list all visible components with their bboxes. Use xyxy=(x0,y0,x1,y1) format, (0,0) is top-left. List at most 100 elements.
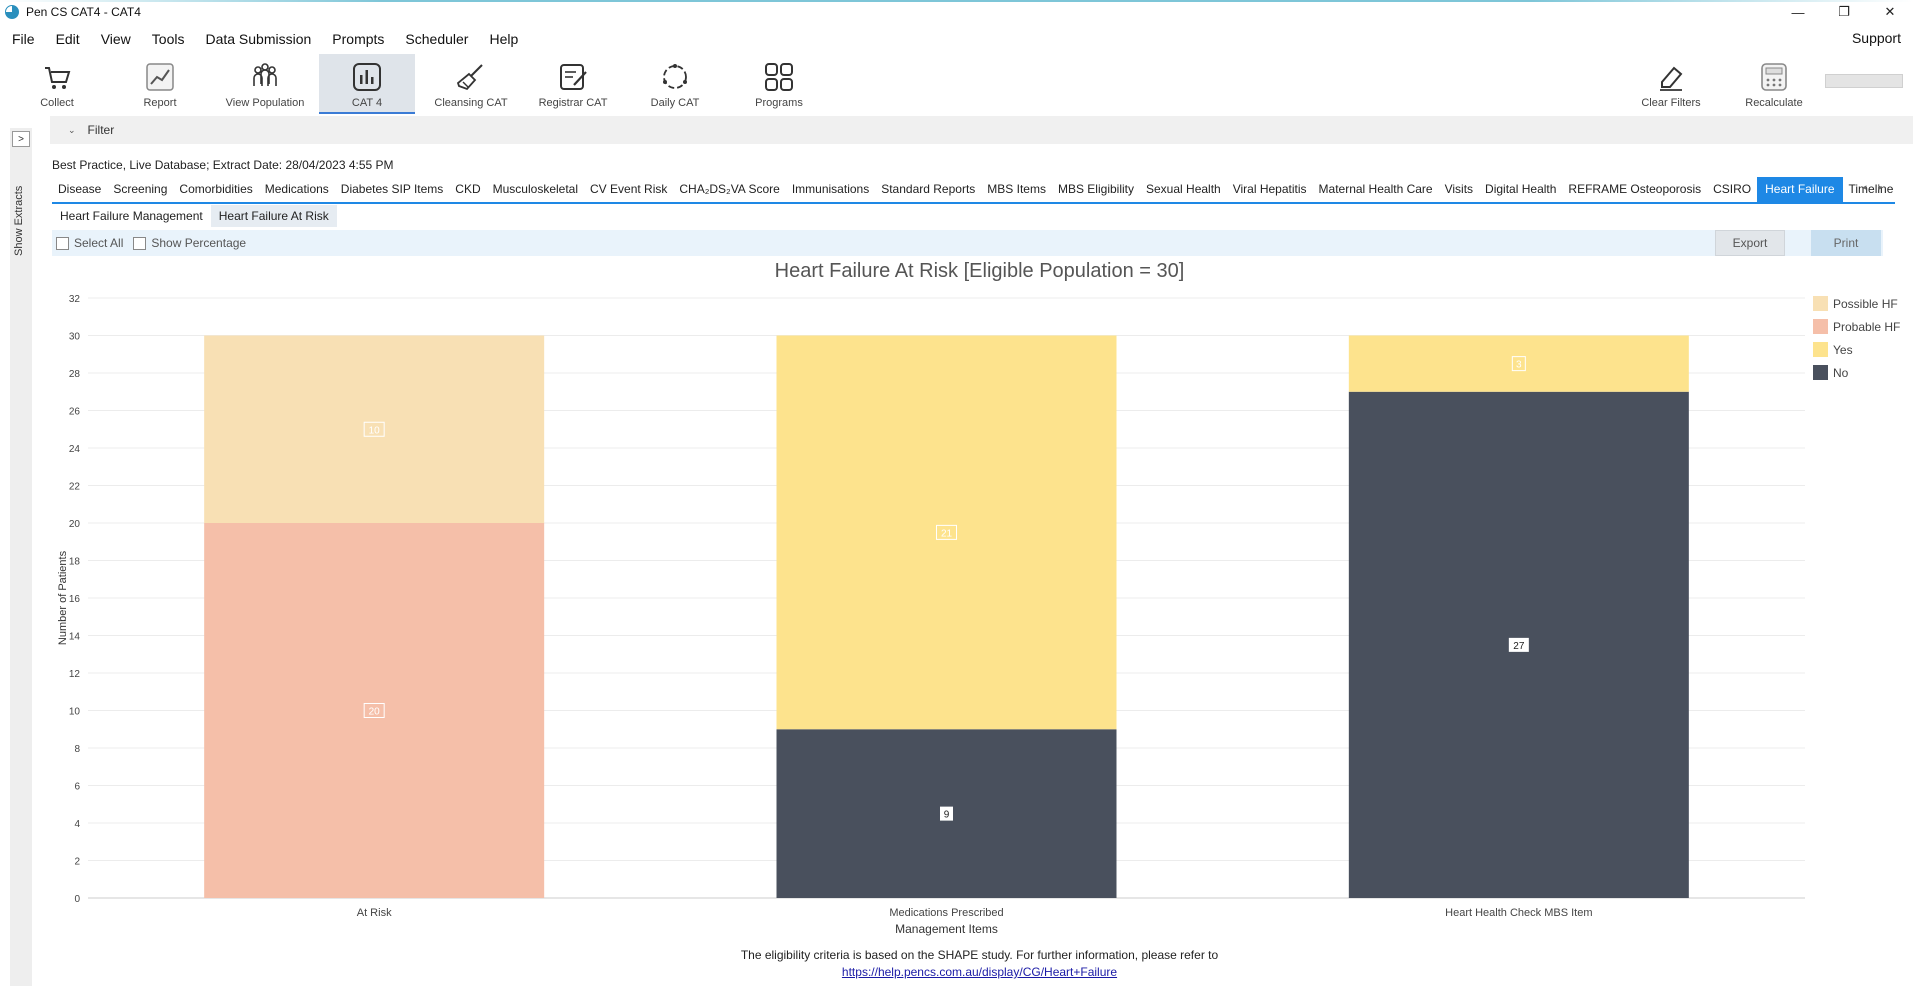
main-tabs: Disease Screening Comorbidities Medicati… xyxy=(52,177,1895,204)
menu-edit[interactable]: Edit xyxy=(56,31,80,47)
filter-bar[interactable]: ⌄ Filter xyxy=(50,116,1913,144)
show-extracts-label[interactable]: Show Extracts xyxy=(13,156,25,256)
tab-mbs-eligibility[interactable]: MBS Eligibility xyxy=(1052,182,1140,202)
y-tick-label: 10 xyxy=(69,707,81,718)
legend-item-probable-hf[interactable]: Probable HF xyxy=(1813,315,1900,338)
data-label: 9 xyxy=(944,810,950,821)
tab-csiro[interactable]: CSIRO xyxy=(1707,182,1757,202)
close-button[interactable]: ✕ xyxy=(1867,0,1913,24)
recalculate-button[interactable]: Recalculate xyxy=(1733,54,1815,114)
report-label: Report xyxy=(143,97,177,109)
programs-button[interactable]: Programs xyxy=(738,54,820,114)
tab-visits[interactable]: Visits xyxy=(1439,182,1479,202)
show-percentage-checkbox[interactable]: Show Percentage xyxy=(133,236,246,250)
y-tick-label: 26 xyxy=(69,407,81,418)
menu-view[interactable]: View xyxy=(101,31,131,47)
cleansing-cat-button[interactable]: Cleansing CAT xyxy=(428,54,514,114)
tab-scroll-arrows-icon[interactable]: ◂▸ xyxy=(1862,182,1895,193)
legend-item-no[interactable]: No xyxy=(1813,361,1900,384)
show-extracts-panel: > Show Extracts xyxy=(10,128,32,986)
tab-immunisations[interactable]: Immunisations xyxy=(786,182,875,202)
data-label: 10 xyxy=(369,425,381,436)
programs-label: Programs xyxy=(755,97,803,109)
filter-label[interactable]: Filter xyxy=(88,123,115,137)
data-label: 27 xyxy=(1513,641,1525,652)
x-axis-label: Management Items xyxy=(895,922,998,936)
tab-musculoskeletal[interactable]: Musculoskeletal xyxy=(487,182,584,202)
bar-chart-icon xyxy=(353,63,381,91)
tab-reframe-osteoporosis[interactable]: REFRAME Osteoporosis xyxy=(1562,182,1707,202)
legend-item-possible-hf[interactable]: Possible HF xyxy=(1813,292,1900,315)
select-all-checkbox[interactable]: Select All xyxy=(56,236,123,250)
data-label: 20 xyxy=(369,707,381,718)
y-tick-label: 28 xyxy=(69,369,81,380)
tab-viral-hepatitis[interactable]: Viral Hepatitis xyxy=(1227,182,1313,202)
x-tick-label: Medications Prescribed xyxy=(889,907,1003,919)
restore-button[interactable]: ❐ xyxy=(1821,0,1867,24)
tab-disease[interactable]: Disease xyxy=(52,182,107,202)
tab-digital-health[interactable]: Digital Health xyxy=(1479,182,1562,202)
recalculate-label: Recalculate xyxy=(1745,97,1803,109)
export-button[interactable]: Export xyxy=(1715,230,1785,256)
y-tick-label: 8 xyxy=(74,744,80,755)
y-tick-label: 32 xyxy=(69,294,81,305)
chart-legend: Possible HF Probable HF Yes No xyxy=(1813,292,1900,384)
tab-medications[interactable]: Medications xyxy=(259,182,335,202)
collect-button[interactable]: Collect xyxy=(22,54,92,114)
daily-cat-label: Daily CAT xyxy=(650,97,700,109)
daily-cat-button[interactable]: Daily CAT xyxy=(634,54,716,114)
menu-tools[interactable]: Tools xyxy=(152,31,185,47)
tab-comorbidities[interactable]: Comorbidities xyxy=(173,182,258,202)
tab-screening[interactable]: Screening xyxy=(107,182,173,202)
expand-extracts-button[interactable]: > xyxy=(12,131,30,147)
clear-filters-button[interactable]: Clear Filters xyxy=(1630,54,1712,114)
report-button[interactable]: Report xyxy=(125,54,195,114)
select-all-box[interactable] xyxy=(56,236,69,250)
view-population-button[interactable]: View Population xyxy=(220,54,310,114)
tab-standard-reports[interactable]: Standard Reports xyxy=(875,182,981,202)
tab-ckd[interactable]: CKD xyxy=(449,182,486,202)
report-chart-icon xyxy=(146,63,174,91)
y-tick-label: 0 xyxy=(74,894,80,905)
tab-sexual-health[interactable]: Sexual Health xyxy=(1140,182,1227,202)
legend-item-yes[interactable]: Yes xyxy=(1813,338,1900,361)
collect-label: Collect xyxy=(40,97,74,109)
menu-help[interactable]: Help xyxy=(489,31,518,47)
print-button[interactable]: Print xyxy=(1811,230,1881,256)
chevron-down-icon[interactable]: ⌄ xyxy=(68,125,76,136)
menu-support[interactable]: Support xyxy=(1852,30,1901,46)
heart-failure-help-link[interactable]: https://help.pencs.com.au/display/CG/Hea… xyxy=(842,965,1117,979)
menu-file[interactable]: File xyxy=(12,31,35,47)
registrar-cat-button[interactable]: Registrar CAT xyxy=(532,54,614,114)
subtab-heart-failure-management[interactable]: Heart Failure Management xyxy=(52,205,211,227)
grid-icon xyxy=(765,63,793,91)
subtab-heart-failure-at-risk[interactable]: Heart Failure At Risk xyxy=(210,205,337,227)
toolbar: Collect Report View Population CAT 4 Cle… xyxy=(0,54,1913,114)
tab-heart-failure[interactable]: Heart Failure xyxy=(1757,177,1843,202)
y-axis-label: Number of Patients xyxy=(57,550,69,645)
title-bar: Pen CS CAT4 - CAT4 — ❐ ✕ xyxy=(0,0,1913,24)
legend-swatch-yes xyxy=(1813,342,1828,357)
y-tick-label: 22 xyxy=(69,482,81,493)
data-label: 3 xyxy=(1516,360,1522,371)
y-tick-label: 18 xyxy=(69,557,81,568)
show-percentage-box[interactable] xyxy=(133,236,147,250)
show-percentage-label: Show Percentage xyxy=(151,236,247,250)
tab-mbs-items[interactable]: MBS Items xyxy=(981,182,1052,202)
tab-maternal-health-care[interactable]: Maternal Health Care xyxy=(1313,182,1439,202)
tab-cv-event-risk[interactable]: CV Event Risk xyxy=(584,182,673,202)
legend-label-possible-hf: Possible HF xyxy=(1833,296,1898,311)
cat4-button[interactable]: CAT 4 xyxy=(319,54,415,114)
y-tick-label: 4 xyxy=(74,819,80,830)
menu-data-submission[interactable]: Data Submission xyxy=(205,31,311,47)
registrar-cat-label: Registrar CAT xyxy=(538,97,608,109)
extract-info: Best Practice, Live Database; Extract Da… xyxy=(52,158,394,172)
minimize-button[interactable]: — xyxy=(1775,0,1821,24)
tab-diabetes-sip-items[interactable]: Diabetes SIP Items xyxy=(335,182,450,202)
menu-prompts[interactable]: Prompts xyxy=(332,31,384,47)
menu-scheduler[interactable]: Scheduler xyxy=(405,31,468,47)
heart-failure-chart: Heart Failure At Risk [Eligible Populati… xyxy=(52,258,1883,986)
y-tick-label: 14 xyxy=(69,632,81,643)
view-population-label: View Population xyxy=(225,97,305,109)
tab-cha2ds2va-score[interactable]: CHA₂DS₂VA Score xyxy=(673,182,785,202)
